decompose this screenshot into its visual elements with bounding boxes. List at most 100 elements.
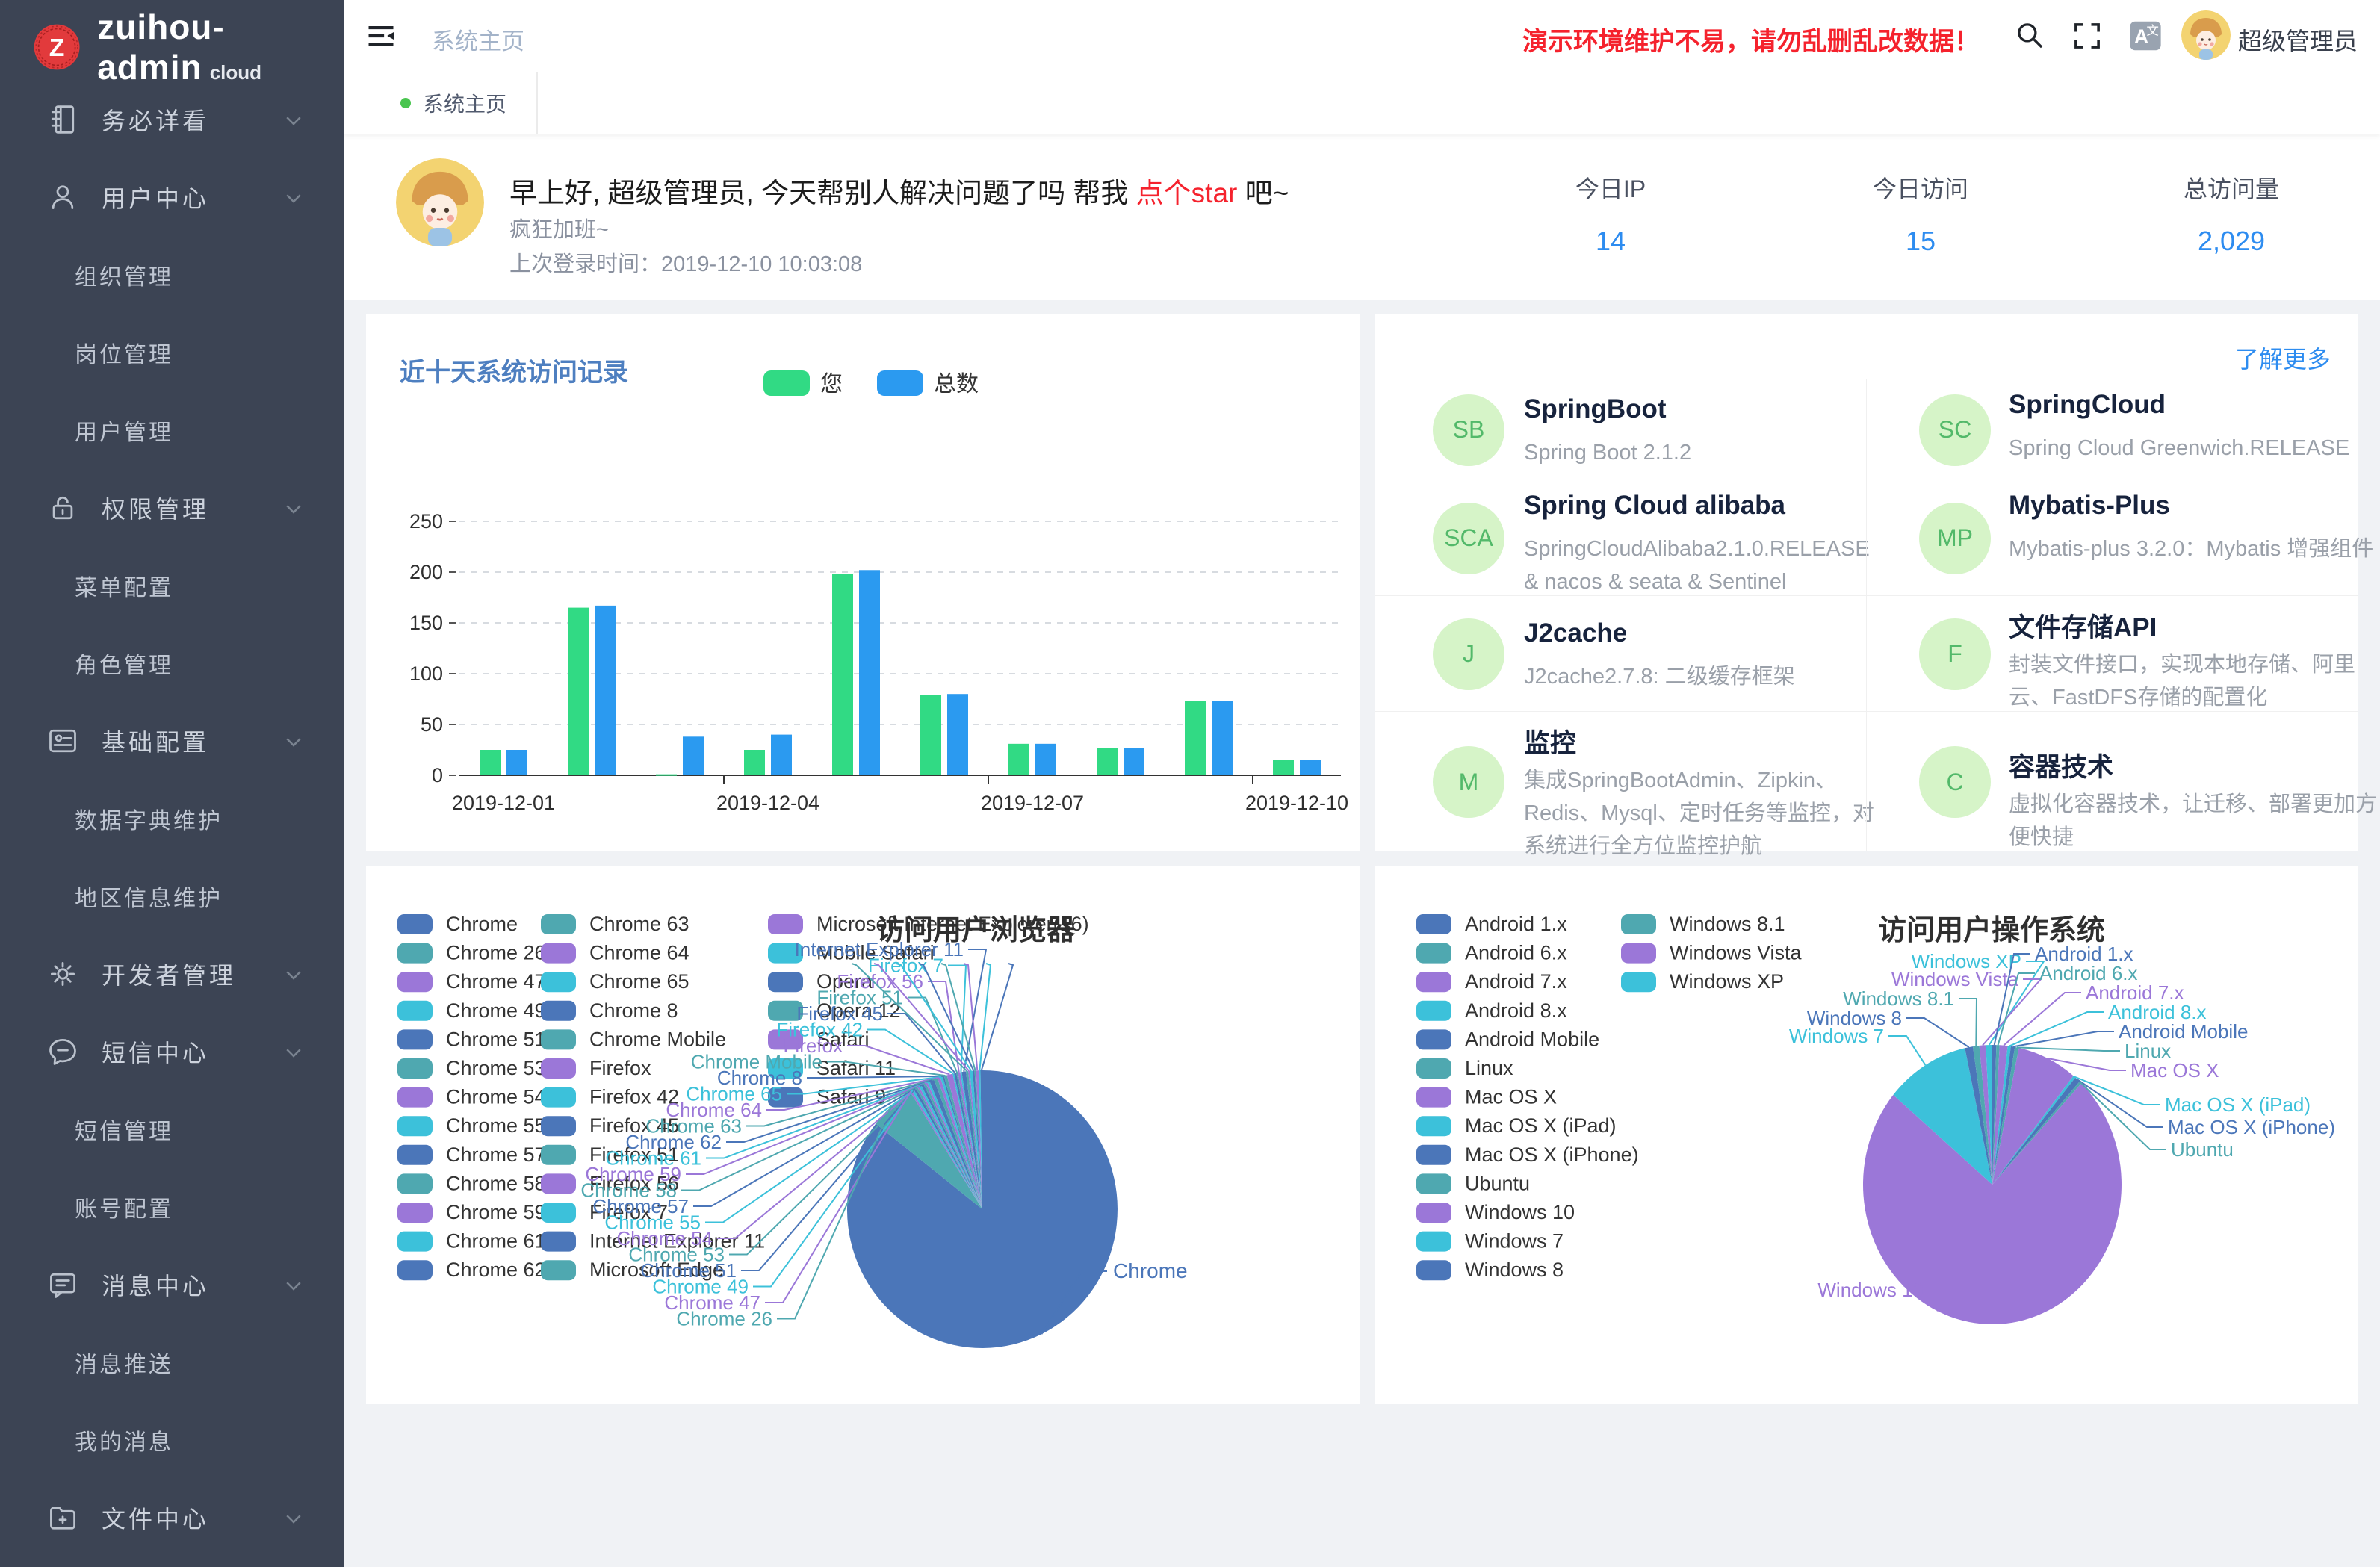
legend-label-Chrome 57[interactable]: Chrome 57 — [446, 1144, 546, 1166]
legend-swatch-Opera[interactable] — [768, 972, 803, 992]
sidebar-item-短信管理[interactable]: 短信管理 — [0, 1090, 344, 1168]
star-link[interactable]: 点个star — [1136, 178, 1238, 208]
legend-label-Android 1.x[interactable]: Android 1.x — [1465, 913, 1567, 935]
legend-swatch-Mac OS X[interactable] — [1416, 1087, 1451, 1108]
legend-swatch-Chrome 49[interactable] — [397, 1001, 433, 1021]
bar-2019-12-05-总数[interactable] — [859, 570, 880, 775]
bar-2019-12-04-您[interactable] — [744, 750, 765, 775]
sidebar-item-基础配置[interactable]: 基础配置 — [0, 702, 344, 780]
sidebar-item-消息推送[interactable]: 消息推送 — [0, 1324, 344, 1401]
bar-2019-12-10-您[interactable] — [1273, 760, 1294, 775]
legend-label-Chrome Mobile[interactable]: Chrome Mobile — [589, 1028, 726, 1050]
legend-label-Windows 7[interactable]: Windows 7 — [1465, 1230, 1564, 1253]
legend-label-Chrome 51[interactable]: Chrome 51 — [446, 1028, 546, 1050]
legend-label-Android Mobile[interactable]: Android Mobile — [1465, 1028, 1599, 1050]
legend-swatch[interactable] — [877, 370, 923, 396]
sidebar-item-开发者管理[interactable]: 开发者管理 — [0, 935, 344, 1013]
legend-swatch-Chrome 63[interactable] — [541, 914, 576, 934]
translate-icon[interactable]: A 文 — [2129, 19, 2162, 52]
legend-label-Chrome 63[interactable]: Chrome 63 — [589, 913, 689, 935]
legend-label-Mac OS X[interactable]: Mac OS X — [1465, 1086, 1557, 1108]
sidebar-item-菜单配置[interactable]: 菜单配置 — [0, 547, 344, 624]
legend-swatch-Android 7.x[interactable] — [1416, 972, 1451, 992]
legend-swatch-Firefox 45[interactable] — [541, 1116, 576, 1136]
legend-swatch-Microsoft Internet Explorer(16)[interactable] — [768, 914, 803, 934]
search-icon[interactable] — [2014, 19, 2047, 52]
legend-swatch-Firefox[interactable] — [541, 1058, 576, 1079]
legend-label-Mac OS X (iPhone)[interactable]: Mac OS X (iPhone) — [1465, 1144, 1639, 1166]
legend-swatch-Windows 8[interactable] — [1416, 1260, 1451, 1280]
bar-2019-12-07-您[interactable] — [1008, 744, 1029, 775]
legend-swatch-Chrome 62[interactable] — [397, 1260, 433, 1280]
legend-label[interactable]: 您 — [820, 372, 843, 397]
sidebar-item-数据字典维护[interactable]: 数据字典维护 — [0, 780, 344, 857]
legend-swatch-Chrome 55[interactable] — [397, 1116, 433, 1136]
bar-2019-12-07-总数[interactable] — [1035, 744, 1056, 775]
legend-label-Chrome 61[interactable]: Chrome 61 — [446, 1230, 546, 1253]
legend-swatch-Mac OS X (iPad)[interactable] — [1416, 1116, 1451, 1136]
bar-2019-12-04-总数[interactable] — [771, 735, 792, 775]
legend-label-Android 7.x[interactable]: Android 7.x — [1465, 970, 1567, 993]
sidebar-item-消息中心[interactable]: 消息中心 — [0, 1246, 344, 1324]
learn-more-link[interactable]: 了解更多 — [2235, 341, 2331, 375]
sidebar-item-地区信息维护[interactable]: 地区信息维护 — [0, 857, 344, 935]
legend-swatch-Android 1.x[interactable] — [1416, 914, 1451, 934]
collapse-sidebar-icon[interactable] — [365, 19, 397, 52]
legend-label-Android 6.x[interactable]: Android 6.x — [1465, 942, 1567, 964]
sidebar-item-账号配置[interactable]: 账号配置 — [0, 1168, 344, 1246]
sidebar-item-用户中心[interactable]: 用户中心 — [0, 158, 344, 236]
legend-label-Windows 10[interactable]: Windows 10 — [1465, 1201, 1575, 1223]
sidebar-item-角色管理[interactable]: 角色管理 — [0, 624, 344, 702]
legend-label-Android 8.x[interactable]: Android 8.x — [1465, 999, 1567, 1022]
legend-swatch-Chrome 65[interactable] — [541, 972, 576, 992]
legend-label-Windows Vista[interactable]: Windows Vista — [1670, 942, 1803, 964]
user-avatar[interactable] — [2181, 10, 2231, 60]
sidebar-item-短信中心[interactable]: 短信中心 — [0, 1013, 344, 1090]
legend-swatch-Linux[interactable] — [1416, 1058, 1451, 1079]
legend-label-Firefox[interactable]: Firefox — [589, 1057, 651, 1079]
legend-swatch-Chrome 59[interactable] — [397, 1203, 433, 1223]
legend-swatch-Chrome 61[interactable] — [397, 1232, 433, 1252]
legend-label-Windows 8[interactable]: Windows 8 — [1465, 1259, 1564, 1281]
os-pie-chart[interactable]: Android 1.x Android 6.x Android 7.x Android… — [1375, 866, 2358, 1404]
bar-2019-12-01-总数[interactable] — [506, 750, 527, 775]
legend-label-Chrome[interactable]: Chrome — [446, 913, 518, 935]
bar-2019-12-08-总数[interactable] — [1124, 748, 1144, 775]
legend-label-Chrome 58[interactable]: Chrome 58 — [446, 1172, 546, 1194]
legend-swatch-Android 8.x[interactable] — [1416, 1001, 1451, 1021]
legend-label-Safari 11[interactable]: Safari 11 — [816, 1057, 896, 1079]
legend-label[interactable]: 总数 — [934, 372, 979, 397]
bar-2019-12-09-您[interactable] — [1185, 701, 1206, 775]
bar-2019-12-03-您[interactable] — [656, 775, 677, 776]
legend-label-Chrome 55[interactable]: Chrome 55 — [446, 1114, 546, 1137]
bar-2019-12-09-总数[interactable] — [1212, 701, 1233, 775]
legend-label-Mac OS X (iPad)[interactable]: Mac OS X (iPad) — [1465, 1114, 1617, 1137]
sidebar-item-务必详看[interactable]: 务必详看 — [0, 81, 344, 158]
username[interactable]: 超级管理员 — [2238, 22, 2358, 57]
legend-label-Chrome 49[interactable]: Chrome 49 — [446, 999, 546, 1022]
legend-swatch-Firefox 7[interactable] — [541, 1203, 576, 1223]
legend-label-Chrome 8[interactable]: Chrome 8 — [589, 999, 678, 1022]
legend-swatch-Mac OS X (iPhone)[interactable] — [1416, 1145, 1451, 1165]
sidebar-item-组织管理[interactable]: 组织管理 — [0, 236, 344, 314]
legend-label-Chrome 26[interactable]: Chrome 26 — [446, 942, 546, 964]
sidebar-item-权限管理[interactable]: 权限管理 — [0, 469, 344, 547]
tab-home[interactable]: 系统主页 — [371, 72, 538, 134]
legend-swatch-Windows XP[interactable] — [1621, 972, 1656, 992]
sidebar-item-用户管理[interactable]: 用户管理 — [0, 391, 344, 469]
bar-2019-12-06-总数[interactable] — [947, 694, 968, 775]
legend-swatch-Chrome 51[interactable] — [397, 1029, 433, 1049]
bar-2019-12-10-总数[interactable] — [1300, 760, 1321, 775]
breadcrumb[interactable]: 系统主页 — [432, 22, 524, 56]
legend-swatch-Firefox 56[interactable] — [541, 1173, 576, 1194]
legend-swatch-Chrome 57[interactable] — [397, 1145, 433, 1165]
legend-label-Linux[interactable]: Linux — [1465, 1057, 1513, 1079]
legend-label-Chrome 64[interactable]: Chrome 64 — [589, 942, 689, 964]
legend-label-Windows XP[interactable]: Windows XP — [1670, 970, 1784, 993]
visits-bar-chart[interactable]: 近十天系统访问记录您总数0501001502002502019-12-01201… — [366, 314, 1360, 851]
sidebar-item-岗位管理[interactable]: 岗位管理 — [0, 314, 344, 391]
browser-pie-chart[interactable]: ChromeChrome 26Chrome 47Chrome 49Chrome … — [366, 866, 1360, 1404]
legend-swatch-Android 6.x[interactable] — [1416, 943, 1451, 964]
legend-swatch-Chrome[interactable] — [397, 914, 433, 934]
bar-2019-12-08-您[interactable] — [1097, 748, 1118, 775]
